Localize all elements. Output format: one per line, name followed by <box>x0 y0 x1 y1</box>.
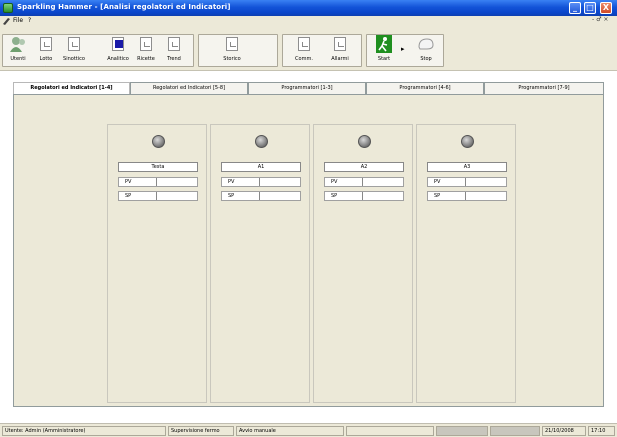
pv-label: PV <box>428 178 466 186</box>
mdi-document-icon <box>3 18 10 25</box>
lot-icon <box>40 37 52 51</box>
comm-button[interactable]: Comm. <box>290 34 318 67</box>
status-mode: Avvio manuale <box>236 426 344 436</box>
pv-label: PV <box>119 178 157 186</box>
trend-icon <box>168 37 180 51</box>
lot-button[interactable]: Lotto <box>32 34 60 67</box>
status-indicator-2 <box>490 426 540 436</box>
pv-label: PV <box>222 178 260 186</box>
window-title: Sparkling Hammer - [Analisi regolatori e… <box>17 3 231 11</box>
sp-label: SP <box>119 192 157 200</box>
pv-field: PV <box>118 177 198 187</box>
stop-button[interactable]: Stop <box>412 34 440 67</box>
menu-help[interactable]: ? <box>28 17 31 24</box>
status-supervision: Supervisione fermo <box>168 426 234 436</box>
title-bar: Sparkling Hammer - [Analisi regolatori e… <box>0 0 617 16</box>
regulator-panel-a1: A1 PV SP <box>210 124 310 403</box>
sp-label: SP <box>222 192 260 200</box>
alarms-button[interactable]: Allarmi <box>326 34 354 67</box>
regulator-panel-testa: Testa PV SP <box>107 124 207 403</box>
analog-icon <box>112 37 124 51</box>
trend-label: Trend <box>167 56 181 62</box>
history-label: Storico <box>223 56 241 62</box>
start-icon <box>376 35 392 53</box>
alarms-label: Allarmi <box>331 56 349 62</box>
status-lamp-icon <box>152 135 165 148</box>
status-indicator-1 <box>436 426 488 436</box>
tab-programmers-1-3[interactable]: Programmatori [1-3] <box>248 82 366 94</box>
pv-field: PV <box>324 177 404 187</box>
menu-file[interactable]: File <box>13 17 23 24</box>
recipes-button[interactable]: Ricette <box>132 34 160 67</box>
mdi-controls[interactable]: - ♂ × <box>592 16 608 23</box>
pv-label: PV <box>325 178 363 186</box>
status-empty <box>346 426 434 436</box>
sp-label: SP <box>428 192 466 200</box>
tab-programmers-7-9[interactable]: Programmatori [7-9] <box>484 82 604 94</box>
alarms-icon <box>334 37 346 51</box>
sp-field[interactable]: SP <box>324 191 404 201</box>
pv-field: PV <box>427 177 507 187</box>
status-bar: Utente: Admin (Amministratore) Supervisi… <box>0 423 617 437</box>
tab-regulators-5-8[interactable]: Regolatori ed Indicatori [5-8] <box>130 82 248 94</box>
history-button[interactable]: Storico <box>218 34 246 67</box>
pv-field: PV <box>221 177 301 187</box>
regulator-panel-a3: A3 PV SP <box>416 124 516 403</box>
start-dropdown-icon[interactable]: ▸ <box>401 45 405 53</box>
comm-icon <box>298 37 310 51</box>
users-button[interactable]: Utenti <box>4 34 32 67</box>
sp-field[interactable]: SP <box>427 191 507 201</box>
tab-programmers-4-6[interactable]: Programmatori [4-6] <box>366 82 484 94</box>
maximize-button[interactable]: □ <box>584 2 596 14</box>
comm-label: Comm. <box>295 56 313 62</box>
sp-label: SP <box>325 192 363 200</box>
sp-field[interactable]: SP <box>118 191 198 201</box>
app-icon <box>3 3 13 13</box>
recipes-icon <box>140 37 152 51</box>
minimize-button[interactable]: _ <box>569 2 581 14</box>
users-icon <box>10 37 25 52</box>
status-user: Utente: Admin (Amministratore) <box>2 426 166 436</box>
history-icon <box>226 37 238 51</box>
stop-icon <box>418 38 434 50</box>
regulator-name: A3 <box>427 162 507 172</box>
close-button[interactable]: X <box>600 2 612 14</box>
regulator-name: Testa <box>118 162 198 172</box>
regulator-panel-a2: A2 PV SP <box>313 124 413 403</box>
toolbar: Utenti Lotto Sinottico Analitico Ricette… <box>0 26 617 71</box>
menu-bar: File ? - ♂ × <box>0 16 617 26</box>
regulator-name: A2 <box>324 162 404 172</box>
analytic-button[interactable]: Analitico <box>104 34 132 67</box>
stop-label: Stop <box>420 56 432 62</box>
trend-button[interactable]: Trend <box>160 34 188 67</box>
status-time: 17:10 <box>588 426 615 436</box>
start-button[interactable]: Start <box>370 34 398 67</box>
synoptic-label: Sinottico <box>63 56 85 62</box>
status-date: 21/10/2008 <box>542 426 586 436</box>
tab-strip: Regolatori ed Indicatori [1-4] Regolator… <box>13 82 604 95</box>
regulator-name: A1 <box>221 162 301 172</box>
status-lamp-icon <box>461 135 474 148</box>
start-label: Start <box>377 56 391 62</box>
status-lamp-icon <box>358 135 371 148</box>
synoptic-button[interactable]: Sinottico <box>60 34 88 67</box>
synoptic-icon <box>68 37 80 51</box>
sp-field[interactable]: SP <box>221 191 301 201</box>
status-lamp-icon <box>255 135 268 148</box>
